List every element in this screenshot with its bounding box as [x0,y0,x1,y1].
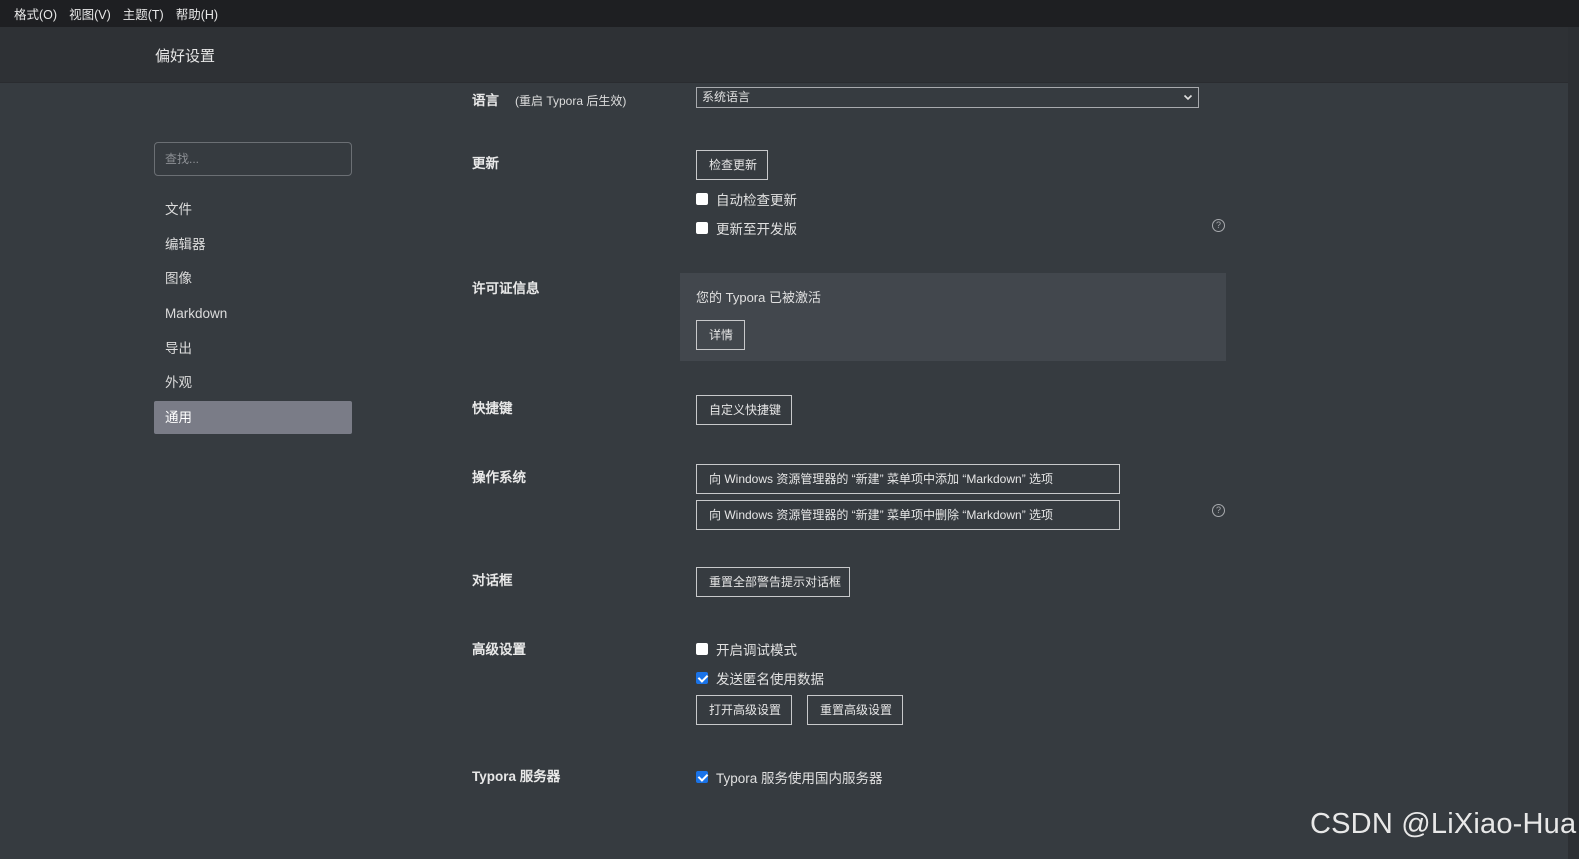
advanced-label: 高级设置 [472,642,526,657]
preferences-header: 偏好设置 [0,27,1568,83]
language-title: 语言 [472,93,499,108]
shortcuts-label: 快捷键 [472,401,513,416]
auto-check-update-checkbox[interactable] [696,193,708,205]
license-status: 您的 Typora 已被激活 [696,290,821,305]
language-select[interactable]: 系统语言 [696,87,1199,108]
anonymous-data-option[interactable]: 发送匿名使用数据 [696,668,824,688]
sidebar-item-editor[interactable]: 编辑器 [154,228,352,261]
menu-theme[interactable]: 主题(T) [117,4,170,23]
sidebar-item-file[interactable]: 文件 [154,193,352,226]
anonymous-data-label: 发送匿名使用数据 [716,672,824,687]
customize-shortcuts-button[interactable]: 自定义快捷键 [696,395,792,425]
sidebar-item-image[interactable]: 图像 [154,262,352,295]
reset-warning-dialogs-button[interactable]: 重置全部警告提示对话框 [696,567,850,597]
license-label: 许可证信息 [472,281,540,296]
license-panel: 您的 Typora 已被激活 [680,273,1226,361]
language-label: 语言 (重启 Typora 后生效) [472,89,626,109]
license-details-button[interactable]: 详情 [696,320,745,350]
anonymous-data-checkbox[interactable] [696,672,708,684]
open-advanced-settings-button[interactable]: 打开高级设置 [696,695,792,725]
auto-check-update-option[interactable]: 自动检查更新 [696,189,797,209]
dev-channel-option[interactable]: 更新至开发版 [696,218,797,238]
auto-check-update-label: 自动检查更新 [716,193,797,208]
remove-markdown-new-menu-button[interactable]: 向 Windows 资源管理器的 “新建” 菜单项中删除 “Markdown” … [696,500,1120,530]
sidebar-nav: 文件 编辑器 图像 Markdown 导出 外观 通用 [154,193,352,436]
menu-help[interactable]: 帮助(H) [170,4,224,23]
dialog-label: 对话框 [472,573,513,588]
dev-channel-label: 更新至开发版 [716,222,797,237]
sidebar-item-appearance[interactable]: 外观 [154,366,352,399]
domestic-server-option[interactable]: Typora 服务使用国内服务器 [696,767,883,787]
add-markdown-new-menu-button[interactable]: 向 Windows 资源管理器的 “新建” 菜单项中添加 “Markdown” … [696,464,1120,494]
reset-advanced-settings-button[interactable]: 重置高级设置 [807,695,903,725]
check-update-button[interactable]: 检查更新 [696,150,768,180]
server-label: Typora 服务器 [472,769,561,784]
language-select-value: 系统语言 [702,90,751,104]
language-note: (重启 Typora 后生效) [515,94,627,108]
sidebar-item-markdown[interactable]: Markdown [154,297,352,330]
search-input[interactable] [154,142,352,176]
domestic-server-checkbox[interactable] [696,771,708,783]
menu-view[interactable]: 视图(V) [63,4,117,23]
sidebar-item-export[interactable]: 导出 [154,332,352,365]
page-title: 偏好设置 [155,48,216,65]
os-label: 操作系统 [472,470,526,485]
domestic-server-label: Typora 服务使用国内服务器 [716,771,883,786]
help-icon[interactable]: ? [1212,504,1225,517]
debug-mode-label: 开启调试模式 [716,643,797,658]
sidebar-item-general[interactable]: 通用 [154,401,352,435]
menu-format[interactable]: 格式(O) [8,4,63,23]
chevron-down-icon [1183,94,1193,101]
watermark: CSDN @LiXiao-Hua [1310,808,1577,840]
debug-mode-checkbox[interactable] [696,643,708,655]
menu-bar: 格式(O) 视图(V) 主题(T) 帮助(H) [0,0,1579,27]
scrollbar[interactable] [1568,27,1579,859]
help-icon[interactable]: ? [1212,219,1225,232]
dev-channel-checkbox[interactable] [696,222,708,234]
update-label: 更新 [472,156,499,171]
debug-mode-option[interactable]: 开启调试模式 [696,639,797,659]
